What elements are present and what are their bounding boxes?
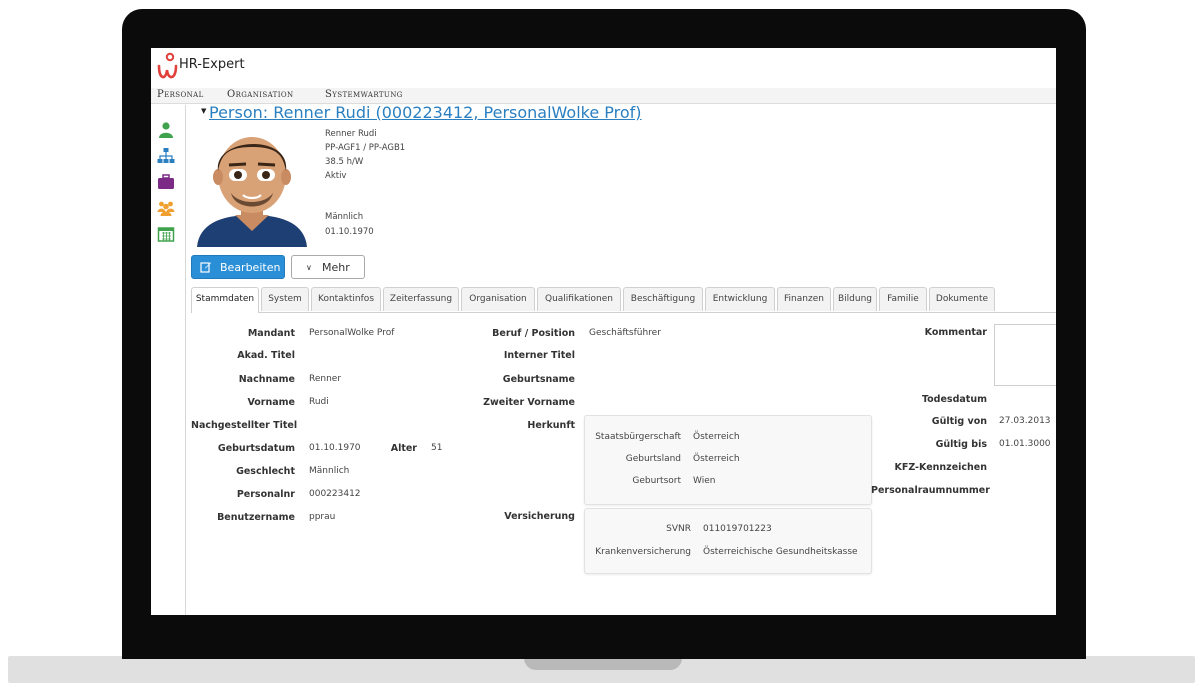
label-vorname: Vorname — [247, 397, 295, 408]
summary-birthdate: 01.10.1970 — [325, 227, 374, 237]
label-alter: Alter — [390, 443, 417, 454]
label-nachname: Nachname — [238, 374, 295, 385]
label-benutzername: Benutzername — [217, 512, 295, 523]
label-geburtsname: Geburtsname — [502, 374, 575, 385]
tab-zeiterfassung[interactable]: Zeiterfassung — [383, 287, 459, 311]
summary-gender: Männlich — [325, 212, 364, 222]
app-screen: HR-Expert Personal Organisation Systemwa… — [151, 48, 1056, 615]
menu-item-personal[interactable]: Personal — [157, 89, 204, 100]
label-personalnr: Personalnr — [236, 489, 295, 500]
label-herkunft: Herkunft — [527, 420, 575, 431]
menu-item-systemwartung[interactable]: Systemwartung — [325, 89, 403, 100]
group-icon[interactable] — [157, 199, 175, 217]
herkunft-panel: Staatsbürgerschaft Österreich Geburtslan… — [584, 415, 872, 505]
more-dropdown-button[interactable]: ∨ Mehr — [291, 255, 365, 279]
label-svnr: SVNR — [666, 524, 691, 534]
value-benutzername: pprau — [309, 512, 336, 522]
value-mandant: PersonalWolke Prof — [309, 328, 395, 338]
value-beruf-position: Geschäftsführer — [589, 328, 661, 338]
value-vorname: Rudi — [309, 397, 329, 407]
label-zweiter-vorname: Zweiter Vorname — [483, 397, 575, 408]
left-rail — [151, 105, 186, 615]
tab-bildung[interactable]: Bildung — [833, 287, 877, 311]
tab-organisation[interactable]: Organisation — [461, 287, 535, 311]
hr-expert-logo-icon — [156, 52, 180, 84]
label-mandant: Mandant — [247, 328, 295, 339]
org-chart-icon[interactable] — [157, 147, 175, 165]
person-heading-link[interactable]: Person: Renner Rudi (000223412, Personal… — [209, 103, 642, 122]
value-alter: 51 — [431, 443, 443, 453]
label-personalraumnummer: Personalraumnummer — [871, 485, 990, 496]
label-interner-titel: Interner Titel — [503, 350, 575, 361]
value-nachname: Renner — [309, 374, 342, 384]
summary-name: Renner Rudi — [325, 129, 377, 139]
value-geburtsdatum: 01.10.1970 — [309, 443, 361, 453]
briefcase-icon[interactable] — [157, 173, 175, 191]
calendar-icon[interactable] — [157, 225, 175, 243]
summary-hours: 38.5 h/W — [325, 157, 364, 167]
label-nachgestellter-titel: Nachgestellter Titel — [191, 420, 298, 431]
value-geburtsort: Wien — [693, 476, 716, 486]
label-gueltig-bis: Gültig bis — [935, 439, 987, 450]
value-personalnr: 000223412 — [309, 489, 361, 499]
tab-system[interactable]: System — [261, 287, 309, 311]
label-versicherung: Versicherung — [504, 511, 575, 522]
edit-button-label: Bearbeiten — [220, 261, 281, 274]
label-krankenversicherung: Krankenversicherung — [595, 547, 691, 557]
value-staatsbuergerschaft: Österreich — [693, 432, 740, 442]
value-gueltig-von: 27.03.2013 — [999, 416, 1051, 426]
tab-qualifikationen[interactable]: Qualifikationen — [537, 287, 621, 311]
value-geschlecht: Männlich — [309, 466, 350, 476]
label-akad-titel: Akad. Titel — [237, 350, 295, 361]
tab-finanzen[interactable]: Finanzen — [777, 287, 831, 311]
summary-status: Aktiv — [325, 171, 347, 181]
value-krankenversicherung: Österreichische Gesundheitskasse — [703, 547, 858, 557]
label-gueltig-von: Gültig von — [931, 416, 987, 427]
avatar — [191, 127, 313, 247]
tab-bar: Stammdaten System Kontaktinfos Zeiterfas… — [191, 287, 1056, 313]
label-geburtsort: Geburtsort — [632, 476, 681, 486]
menu-bar: Personal Organisation Systemwartung — [151, 88, 1056, 104]
tab-familie[interactable]: Familie — [879, 287, 927, 311]
label-geschlecht: Geschlecht — [236, 466, 295, 477]
tab-beschaeftigung[interactable]: Beschäftigung — [623, 287, 703, 311]
label-kfz-kennzeichen: KFZ-Kennzeichen — [894, 462, 987, 473]
versicherung-panel: SVNR 011019701223 Krankenversicherung Ös… — [584, 508, 872, 574]
tab-stammdaten[interactable]: Stammdaten — [191, 287, 259, 313]
tab-entwicklung[interactable]: Entwicklung — [705, 287, 775, 311]
menu-item-organisation[interactable]: Organisation — [227, 89, 294, 100]
label-geburtsdatum: Geburtsdatum — [217, 443, 295, 454]
value-gueltig-bis: 01.01.3000 — [999, 439, 1051, 449]
label-staatsbuergerschaft: Staatsbürgerschaft — [595, 432, 681, 442]
summary-org-unit: PP-AGF1 / PP-AGB1 — [325, 143, 406, 153]
label-kommentar: Kommentar — [924, 327, 987, 338]
label-geburtsland: Geburtsland — [625, 454, 681, 464]
collapse-arrow-icon[interactable]: ▼ — [201, 107, 206, 115]
more-button-label: Mehr — [322, 261, 350, 274]
tab-kontaktinfos[interactable]: Kontaktinfos — [311, 287, 381, 311]
label-todesdatum: Todesdatum — [921, 394, 987, 405]
value-geburtsland: Österreich — [693, 454, 740, 464]
person-icon[interactable] — [157, 121, 175, 139]
app-title: HR-Expert — [179, 57, 245, 72]
chevron-down-icon: ∨ — [306, 263, 312, 272]
app-header: HR-Expert — [151, 48, 1056, 88]
edit-icon — [200, 261, 212, 276]
label-beruf-position: Beruf / Position — [492, 328, 575, 339]
comment-field[interactable] — [994, 324, 1056, 386]
value-svnr: 011019701223 — [703, 524, 772, 534]
tab-dokumente[interactable]: Dokumente — [929, 287, 995, 311]
edit-button[interactable]: Bearbeiten — [191, 255, 285, 279]
